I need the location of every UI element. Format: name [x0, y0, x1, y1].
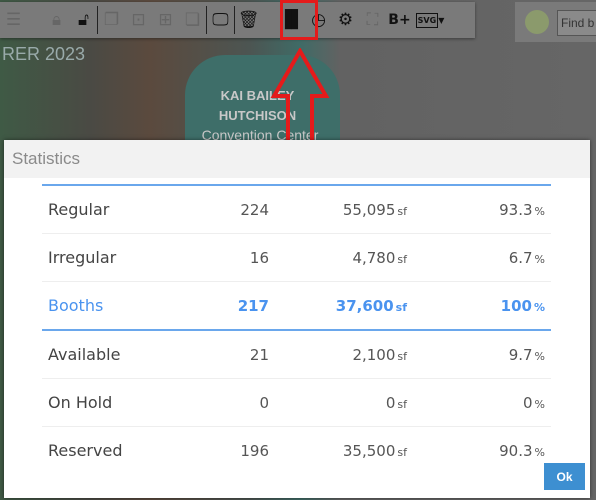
- search-input[interactable]: Find b: [557, 10, 596, 36]
- area-value: 2,100: [352, 345, 396, 364]
- row-label: On Hold: [42, 378, 178, 427]
- row-label: Irregular: [42, 233, 178, 282]
- percent-unit: %: [534, 252, 545, 266]
- percent-value: 90.3: [499, 441, 533, 460]
- trash-icon[interactable]: 🗑︎: [235, 5, 262, 35]
- row-percent: 93.3%: [408, 184, 551, 234]
- percent-unit: %: [534, 349, 545, 363]
- percent-unit: %: [534, 397, 545, 411]
- area-value: 0: [385, 393, 396, 412]
- toolbar: ☰ 🔒︎ 🔓︎ ❐ ⊡ ⊞ ❏ 🖵 🗑︎ ▐▌ ◷ ⚙ ⛶ B+ SVG ▼: [0, 2, 475, 38]
- percent-unit: %: [533, 300, 545, 314]
- table-row: Reserved 196 35,500 sf 90.3%: [42, 427, 551, 475]
- row-percent: 0%: [408, 378, 551, 427]
- ungroup-icon[interactable]: ⊞: [152, 5, 179, 35]
- row-area: 4,780 sf: [270, 233, 408, 282]
- sf-unit: sf: [397, 445, 407, 459]
- row-label: Reserved: [48, 441, 123, 460]
- percent-value: 6.7: [508, 248, 533, 267]
- area-value: 37,600: [335, 296, 394, 315]
- row-percent: 100%: [408, 281, 551, 331]
- search-panel: Find b: [515, 2, 596, 42]
- percent-unit: %: [534, 445, 545, 459]
- fit-screen-icon[interactable]: ⛶: [359, 5, 386, 35]
- sf-unit: sf: [397, 252, 407, 266]
- row-label: Available: [42, 330, 178, 379]
- lock-icon[interactable]: 🔒︎: [43, 5, 70, 35]
- row-area: 35,500 sf: [270, 427, 408, 475]
- unlock-icon[interactable]: 🔓︎: [70, 5, 97, 35]
- row-percent: 6.7%: [408, 233, 551, 282]
- table-row: On Hold 0 0 sf 0%: [42, 378, 551, 427]
- align-icon[interactable]: ☰: [0, 5, 27, 35]
- row-percent: 90.3%: [408, 427, 551, 475]
- table-row: Irregular 16 4,780 sf 6.7%: [42, 233, 551, 282]
- sf-unit: sf: [397, 397, 407, 411]
- row-count: 0: [178, 378, 270, 427]
- ok-button[interactable]: Ok: [544, 463, 585, 490]
- row-count: 196: [240, 441, 269, 460]
- gear-icon[interactable]: ⚙: [332, 5, 359, 35]
- percent-value: 100: [500, 296, 532, 315]
- bring-front-icon[interactable]: ❐: [98, 5, 125, 35]
- svg-export-icon[interactable]: SVG ▼: [413, 5, 447, 35]
- sf-unit: sf: [395, 300, 407, 314]
- row-label: Booths: [42, 281, 178, 331]
- row-count: 21: [178, 330, 270, 379]
- row-area: 0 sf: [270, 378, 408, 427]
- area-value: 4,780: [352, 248, 396, 267]
- row-label: Regular: [42, 184, 178, 234]
- percent-value: 93.3: [499, 200, 533, 219]
- group-icon[interactable]: ⊡: [125, 5, 152, 35]
- table-row: Booths 217 37,600 sf 100%: [42, 281, 551, 331]
- row-area: 55,095 sf: [270, 184, 408, 234]
- percent-unit: %: [534, 204, 545, 218]
- sf-unit: sf: [397, 349, 407, 363]
- booth-plus-icon[interactable]: B+: [386, 5, 413, 35]
- avatar[interactable]: [525, 10, 549, 34]
- row-count: 217: [178, 281, 270, 331]
- row-percent: 9.7%: [408, 330, 551, 379]
- fullscreen-monitor-icon[interactable]: 🖵: [207, 5, 234, 35]
- statistics-dialog: Statistics Regular 224 55,095 sf 93.3% Irr…: [4, 140, 590, 498]
- area-value: 55,095: [342, 200, 396, 219]
- table-row: Regular 224 55,095 sf 93.3%: [42, 184, 551, 234]
- event-year-text: RER 2023: [2, 44, 86, 64]
- percent-value: 0: [523, 393, 533, 412]
- annotation-highlight-box: [280, 0, 318, 40]
- row-count: 224: [178, 184, 270, 234]
- table-row: Available 21 2,100 sf 9.7%: [42, 330, 551, 379]
- send-back-icon[interactable]: ❏: [179, 5, 206, 35]
- sf-unit: sf: [397, 204, 407, 218]
- percent-value: 9.7: [508, 345, 533, 364]
- row-area: 37,600 sf: [270, 281, 408, 331]
- statistics-table: Regular 224 55,095 sf 93.3% Irregular 16 4…: [42, 184, 551, 474]
- area-value: 35,500: [342, 441, 396, 460]
- dialog-title: Statistics: [4, 140, 590, 178]
- row-count: 16: [178, 233, 270, 282]
- row-area: 2,100 sf: [270, 330, 408, 379]
